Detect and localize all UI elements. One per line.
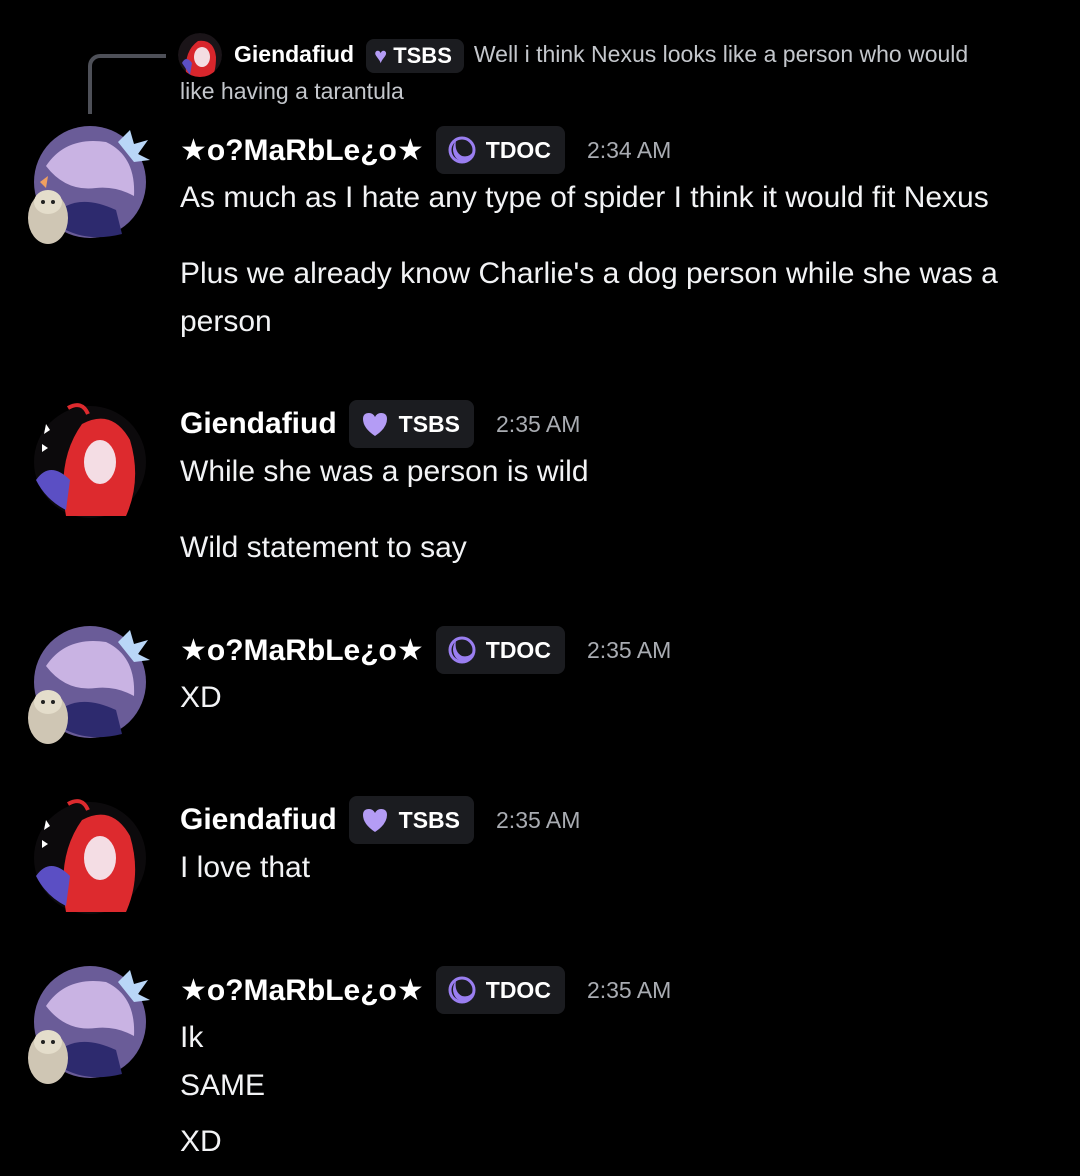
message-line: I love that	[180, 851, 311, 884]
avatar-marble[interactable]	[26, 626, 154, 750]
crescent-moon-icon	[448, 136, 476, 164]
username[interactable]: ★o?MaRbLe¿o★	[180, 973, 424, 1008]
message-body: As much as I hate any type of spider I t…	[180, 174, 1060, 346]
heart-icon	[362, 809, 387, 832]
message-line: As much as I hate any type of spider I t…	[180, 181, 989, 214]
username[interactable]: ★o?MaRbLe¿o★	[180, 633, 424, 668]
reply-text-continued: like having a tarantula	[180, 77, 404, 104]
crescent-moon-icon	[448, 976, 476, 1004]
reply-tag: ♥ TSBS	[366, 38, 464, 73]
message-body: XD	[180, 674, 1060, 722]
timestamp: 2:35 AM	[496, 806, 581, 833]
reply-username[interactable]: Giendafiud	[234, 41, 354, 67]
username[interactable]: Giendafiud	[180, 803, 337, 837]
server-tag[interactable]: TDOC	[435, 966, 565, 1014]
avatar-giendafiud[interactable]	[26, 796, 154, 920]
reply-preview[interactable]: Giendafiud ♥ TSBS Well i think Nexus looks …	[180, 36, 1040, 109]
message-line: Plus we already know Charlie's a dog per…	[180, 257, 998, 290]
username[interactable]: ★o?MaRbLe¿o★	[180, 133, 424, 168]
reply-text: Well i think Nexus looks like a person w…	[473, 41, 969, 67]
message-line: While she was a person is wild	[180, 455, 589, 488]
heart-icon	[362, 413, 387, 436]
timestamp: 2:35 AM	[586, 976, 672, 1003]
heart-icon: ♥	[374, 42, 388, 68]
server-tag[interactable]: TSBS	[348, 796, 475, 844]
reply-connector	[88, 54, 166, 114]
message-header: Giendafiud TSBS 2:35 AM	[180, 400, 580, 448]
timestamp: 2:35 AM	[496, 410, 581, 437]
avatar-marble[interactable]	[26, 126, 154, 250]
message-line: SAME	[180, 1069, 266, 1102]
message-body: I love that	[180, 844, 1060, 892]
message-header: ★o?MaRbLe¿o★ TDOC 2:34 AM	[180, 126, 671, 174]
message-line: Wild statement to say	[180, 531, 467, 564]
message-line: XD	[180, 1125, 222, 1158]
server-tag[interactable]: TDOC	[435, 126, 565, 174]
server-tag[interactable]: TSBS	[348, 400, 475, 448]
crescent-moon-icon	[448, 636, 476, 664]
avatar-marble[interactable]	[26, 966, 154, 1090]
message-header: ★o?MaRbLe¿o★ TDOC 2:35 AM	[180, 626, 671, 674]
message-line: Ik	[180, 1021, 204, 1054]
timestamp: 2:35 AM	[586, 636, 672, 663]
message-header: Giendafiud TSBS 2:35 AM	[180, 796, 580, 844]
message-line: XD	[180, 681, 222, 714]
message-body: Ik SAME XD	[180, 1014, 1060, 1166]
timestamp: 2:34 AM	[586, 136, 672, 163]
avatar-giendafiud[interactable]	[26, 400, 154, 524]
message-line: person	[180, 305, 272, 338]
username[interactable]: Giendafiud	[180, 407, 337, 441]
message-body: While she was a person is wild Wild stat…	[180, 448, 1060, 572]
server-tag[interactable]: TDOC	[435, 626, 565, 674]
message-header: ★o?MaRbLe¿o★ TDOC 2:35 AM	[180, 966, 671, 1014]
